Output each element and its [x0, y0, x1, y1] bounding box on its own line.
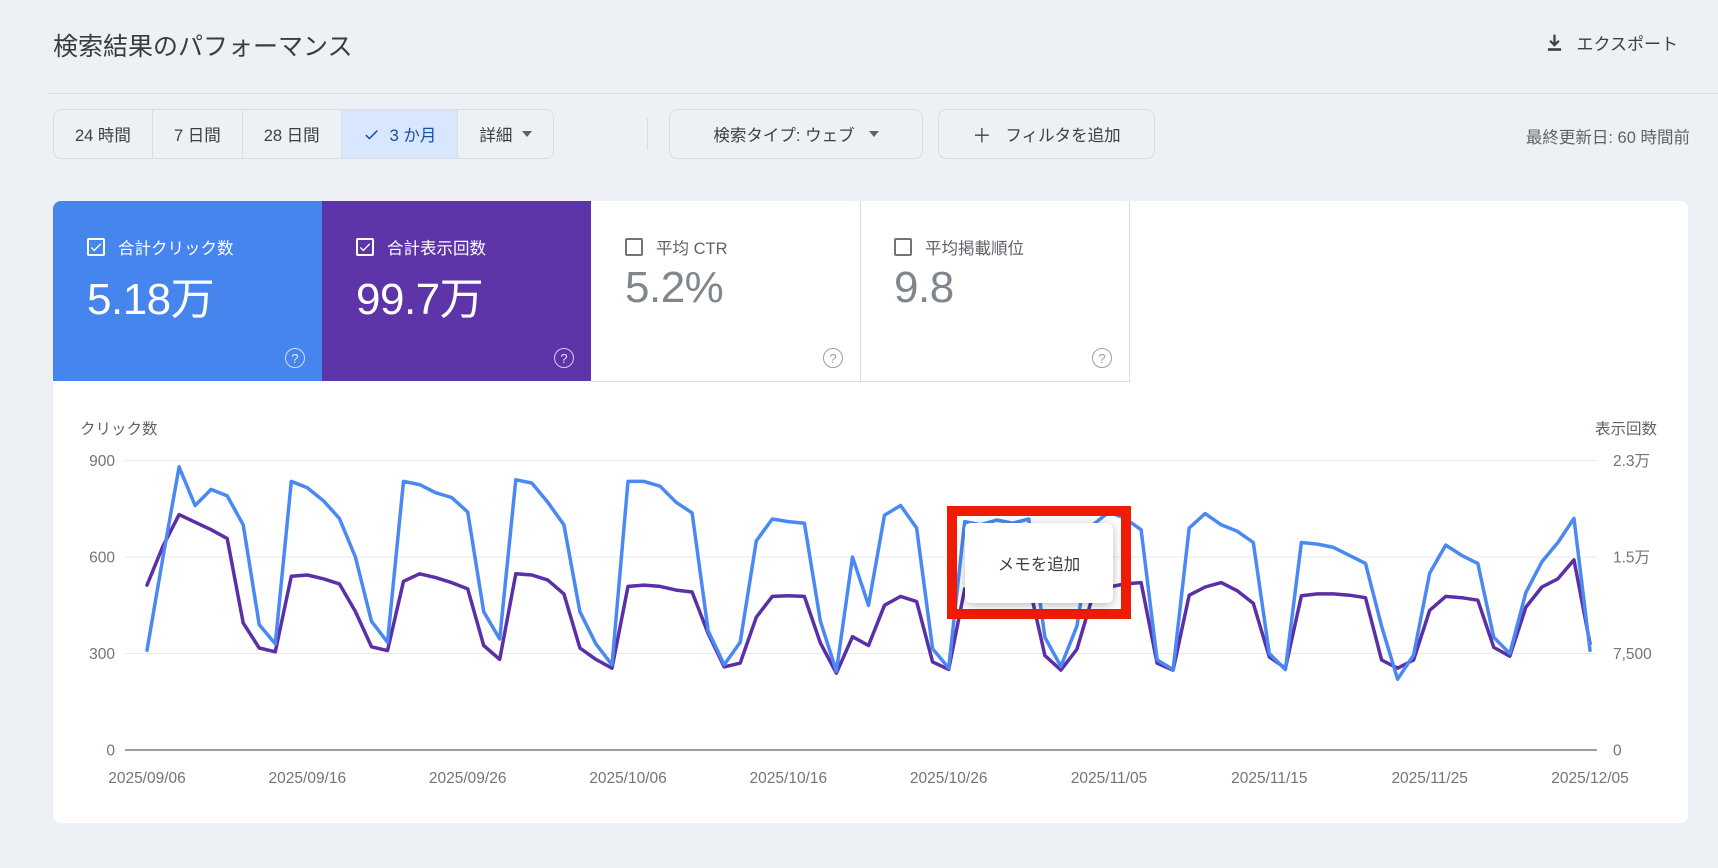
range-button-3mo-selected[interactable]: 3 か月 — [341, 110, 459, 158]
range-button-label: 詳細 — [479, 127, 513, 145]
right-axis-tick: 7,500 — [1613, 646, 1652, 663]
range-button-label: 24 時間 — [75, 127, 131, 145]
search-performance-page: { "header": { "title": "検索結果のパフォーマンス", "… — [0, 0, 1718, 868]
x-axis-tick: 2025/09/06 — [108, 770, 186, 787]
toolbar-separator — [647, 118, 648, 150]
add-filter-button[interactable]: ＋ フィルタを追加 — [938, 109, 1155, 159]
range-button-label: 28 日間 — [263, 127, 320, 145]
clicks-line — [145, 465, 1592, 681]
date-range-group: 24 時間 7 日間 28 日間 3 か月 詳細 — [53, 109, 555, 159]
left-axis-tick: 600 — [89, 550, 115, 567]
right-axis-tick: 2.3万 — [1613, 453, 1650, 470]
range-button-custom[interactable]: 詳細 — [458, 110, 553, 158]
left-axis-tick: 300 — [89, 646, 115, 663]
x-axis-tick: 2025/11/15 — [1231, 770, 1307, 787]
range-button-label: 3 か月 — [389, 127, 437, 145]
add-note-tooltip[interactable]: メモを追加 — [965, 523, 1113, 603]
performance-panel: 合計クリック数 5.18万 ? 合計表示回数 99.7万 ? 平均 CTR 5.… — [53, 201, 1688, 823]
x-axis-tick: 2025/09/16 — [269, 770, 347, 787]
download-icon — [1547, 34, 1561, 51]
x-axis-tick: 2025/10/06 — [589, 770, 667, 787]
x-axis-tick: 2025/11/25 — [1391, 770, 1467, 787]
right-axis-tick: 1.5万 — [1613, 550, 1650, 567]
x-axis-tick: 2025/10/26 — [910, 770, 988, 787]
performance-chart[interactable]: 900 2.3万 600 1.5万 300 7,500 0 0 2025/09/06 2025/0… — [53, 201, 1688, 823]
export-button[interactable]: エクスポート — [1544, 30, 1679, 55]
left-axis-tick: 900 — [89, 453, 115, 470]
plus-icon: ＋ — [972, 125, 992, 147]
range-button-7d[interactable]: 7 日間 — [153, 110, 243, 158]
chevron-down-icon — [522, 131, 533, 137]
page-title: 検索結果のパフォーマンス — [53, 33, 353, 61]
last-updated-text: 最終更新日: 60 時間前 — [1525, 129, 1690, 147]
range-button-24h[interactable]: 24 時間 — [54, 110, 153, 158]
export-label: エクスポート — [1576, 35, 1679, 54]
left-axis-tick: 0 — [106, 743, 115, 760]
right-axis-tick: 0 — [1613, 743, 1622, 760]
add-filter-label: フィルタを追加 — [1005, 127, 1121, 145]
check-icon — [364, 129, 378, 140]
search-type-button[interactable]: 検索タイプ: ウェブ — [669, 109, 923, 159]
search-type-label: 検索タイプ: ウェブ — [713, 127, 855, 145]
header-divider — [48, 93, 1718, 94]
x-axis-tick: 2025/09/26 — [429, 770, 507, 787]
chevron-down-icon — [868, 131, 879, 137]
x-axis-tick: 2025/11/05 — [1071, 770, 1147, 787]
range-button-28d[interactable]: 28 日間 — [243, 110, 342, 158]
x-axis-tick: 2025/10/16 — [750, 770, 828, 787]
range-button-label: 7 日間 — [173, 127, 221, 145]
x-axis-tick: 2025/12/05 — [1551, 770, 1629, 787]
